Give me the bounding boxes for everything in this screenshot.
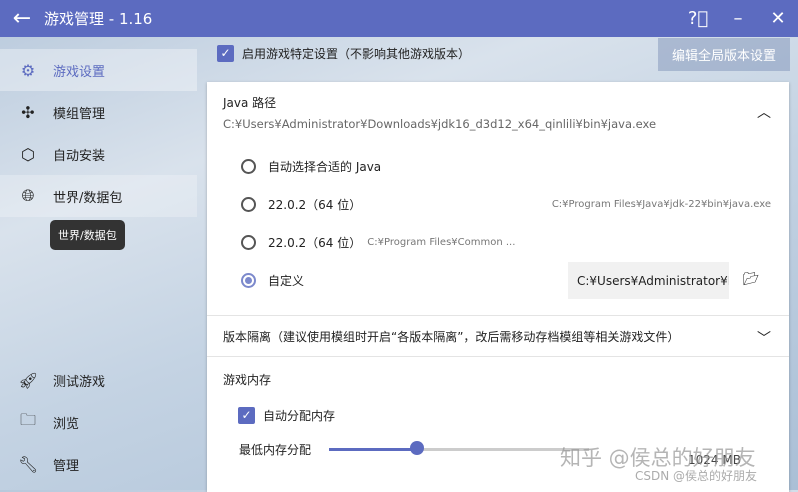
chevron-down-icon[interactable]: ﹀	[757, 328, 771, 348]
min-memory-label: 最低内存分配	[239, 443, 312, 457]
sidebar-item-mods[interactable]: ✣ 模组管理	[0, 91, 197, 133]
sidebar: ⚙ 游戏设置 ✣ 模组管理 ⬡ 自动安装 🌐︎ 世界/数据包	[0, 49, 197, 217]
edit-global-settings-button[interactable]: 编辑全局版本设置	[658, 38, 790, 71]
version-isolation-section[interactable]: 版本隔离（建议使用模组时开启“各版本隔离”，改后需移动存档模组等相关游戏文件） …	[207, 316, 789, 357]
option-label: 自定义	[268, 274, 305, 288]
radio-button[interactable]	[241, 197, 256, 212]
cube-icon: ⬡	[21, 144, 35, 164]
sidebar-item-label: 自动安装	[53, 148, 106, 164]
window-title: 游戏管理 - 1.16	[44, 10, 153, 28]
sidebar-item-worlds[interactable]: 🌐︎ 世界/数据包	[0, 175, 197, 217]
check-icon: ✓	[217, 45, 234, 62]
gear-icon: ⚙	[20, 60, 36, 80]
java-option-common[interactable]: 22.0.2（64 位） C:¥Program Files¥Common ...	[241, 234, 515, 251]
option-label: 22.0.2（64 位）	[268, 198, 362, 212]
folder-icon: 🗀	[19, 409, 36, 429]
check-icon: ✓	[238, 407, 255, 424]
radio-button[interactable]	[241, 159, 256, 174]
chevron-up-icon[interactable]: ︿	[757, 102, 771, 122]
option-path: C:¥Program Files¥Common ...	[367, 237, 516, 248]
sidebar-item-label: 世界/数据包	[53, 190, 123, 206]
checkbox-label: 启用游戏特定设置（不影响其他游戏版本）	[242, 47, 471, 61]
close-button[interactable]: ✕	[758, 8, 798, 29]
folder-open-icon[interactable]: 📂︎	[743, 272, 760, 287]
java-path-section: Java 路径 ︿ C:¥Users¥Administrator¥Downloa…	[207, 82, 789, 316]
java-option-jdk22[interactable]: 22.0.2（64 位） C:¥Program Files¥Java¥jdk-22…	[241, 196, 771, 213]
settings-card: Java 路径 ︿ C:¥Users¥Administrator¥Downloa…	[207, 82, 789, 492]
puzzle-icon: ✣	[21, 102, 35, 122]
sidebar-item-game-settings[interactable]: ⚙ 游戏设置	[0, 49, 197, 91]
min-memory-slider[interactable]	[329, 448, 589, 451]
sidebar-item-browse[interactable]: 🗀 浏览	[0, 401, 197, 443]
current-java-path: C:¥Users¥Administrator¥Downloads¥jdk16_d…	[223, 117, 657, 131]
sidebar-item-manage[interactable]: 🔧︎ 管理	[0, 443, 197, 485]
option-label: 自动选择合适的 Java	[268, 160, 382, 174]
auto-memory-checkbox[interactable]: ✓ 自动分配内存	[238, 407, 773, 424]
sidebar-item-label: 管理	[53, 458, 80, 474]
title-bar: ← 游戏管理 - 1.16 ?⃝ – ✕	[0, 0, 798, 37]
sidebar-item-label: 测试游戏	[53, 374, 106, 390]
java-option-auto[interactable]: 自动选择合适的 Java	[241, 158, 381, 175]
enable-specific-settings-checkbox[interactable]: ✓ 启用游戏特定设置（不影响其他游戏版本）	[217, 45, 470, 62]
tooltip: 世界/数据包	[50, 220, 125, 250]
sidebar-item-label: 浏览	[53, 416, 80, 432]
globe-icon: 🌐︎	[21, 186, 35, 205]
sidebar-item-label: 游戏设置	[53, 64, 106, 80]
back-arrow-icon[interactable]: ←	[0, 6, 44, 31]
help-icon[interactable]: ?⃝	[678, 8, 718, 29]
checkbox-label: 自动分配内存	[263, 409, 336, 423]
custom-java-path-input[interactable]: C:¥Users¥Administrator¥Downloads¥jdk16_d…	[568, 262, 729, 299]
watermark-csdn: CSDN @侯总的好朋友	[635, 469, 758, 483]
radio-button[interactable]	[241, 235, 256, 250]
section-title: Java 路径	[223, 96, 277, 110]
section-title: 游戏内存	[223, 373, 272, 387]
wrench-icon: 🔧︎	[18, 454, 39, 474]
option-label: 22.0.2（64 位）	[268, 236, 362, 250]
section-title: 版本隔离（建议使用模组时开启“各版本隔离”，改后需移动存档模组等相关游戏文件）	[223, 329, 680, 344]
sidebar-item-test-game[interactable]: 🚀︎ 测试游戏	[0, 359, 197, 401]
memory-section: 游戏内存 ✓ 自动分配内存 最低内存分配	[207, 357, 789, 457]
slider-thumb[interactable]	[410, 441, 425, 455]
sidebar-item-label: 模组管理	[53, 106, 106, 122]
java-option-custom[interactable]: 自定义	[241, 272, 304, 289]
rocket-icon: 🚀︎	[18, 370, 39, 390]
radio-button[interactable]	[241, 273, 256, 288]
minimize-button[interactable]: –	[718, 8, 758, 29]
sidebar-item-auto-install[interactable]: ⬡ 自动安装	[0, 133, 197, 175]
option-path: C:¥Program Files¥Java¥jdk-22¥bin¥java.ex…	[551, 199, 771, 210]
